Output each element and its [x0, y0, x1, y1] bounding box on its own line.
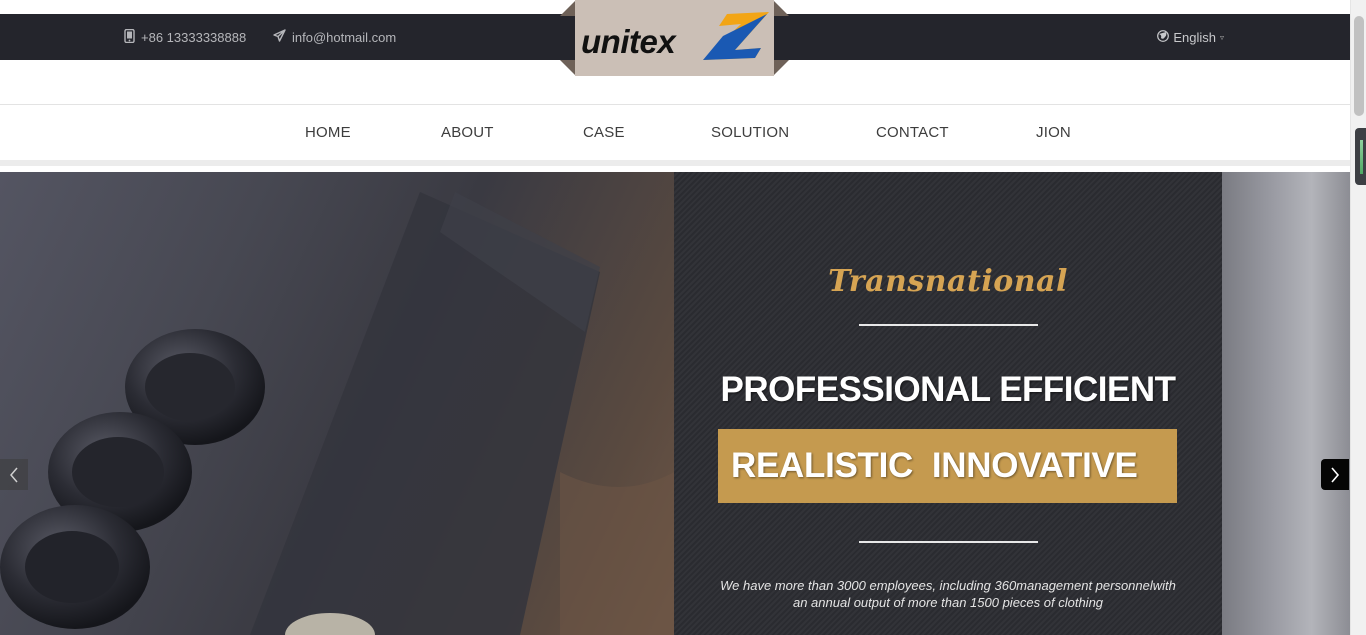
slide-headline: PROFESSIONAL EFFICIENT	[720, 370, 1176, 409]
phone-contact[interactable]: +86 13333338888	[124, 14, 246, 60]
main-nav: HOME ABOUT CASE SOLUTION CONTACT JION	[0, 104, 1350, 166]
page-scrollbar[interactable]	[1350, 0, 1366, 635]
nav-contact[interactable]: CONTACT	[876, 105, 949, 161]
chevron-left-icon	[10, 467, 18, 482]
slide-description-line-2: an annual output of more than 1500 piece…	[792, 595, 1104, 610]
globe-icon	[1157, 29, 1170, 45]
language-selector[interactable]: English ▿	[1157, 14, 1224, 60]
nav-about[interactable]: ABOUT	[441, 105, 494, 161]
nav-jion[interactable]: JION	[1036, 105, 1071, 161]
mobile-phone-icon	[124, 28, 135, 46]
divider-top	[859, 324, 1038, 326]
brand-logo: unitex	[575, 0, 774, 76]
side-toolbar-tab[interactable]	[1355, 128, 1366, 185]
email-contact[interactable]: info@hotmail.com	[273, 14, 396, 60]
slide-description-line-1: We have more than 3000 employees, includ…	[720, 578, 1176, 593]
nav-case[interactable]: CASE	[583, 105, 625, 161]
phone-number: +86 13333338888	[141, 29, 247, 45]
slide-highlight-band: REALISTIC INNOVATIVE	[718, 429, 1177, 503]
email-address: info@hotmail.com	[292, 29, 397, 45]
unitex-logo-icon: unitex	[581, 12, 769, 60]
prev-slide-button[interactable]	[0, 459, 28, 490]
slide-script-title: Transnational	[828, 264, 1068, 299]
nav-home[interactable]: HOME	[305, 105, 351, 161]
next-slide-peek	[1222, 172, 1350, 635]
hero-slider: Transnational PROFESSIONAL EFFICIENT REA…	[0, 172, 1350, 635]
language-label: English	[1173, 29, 1216, 45]
suit-buttons-illustration	[0, 192, 674, 635]
page: +86 13333338888 info@hotmail.com English…	[0, 0, 1366, 635]
dropdown-caret-icon: ▿	[1219, 32, 1224, 42]
next-slide-button[interactable]	[1321, 459, 1349, 490]
scrollbar-thumb[interactable]	[1354, 16, 1364, 116]
nav-solution[interactable]: SOLUTION	[711, 105, 789, 161]
chevron-right-icon	[1331, 466, 1340, 483]
logo-badge[interactable]: unitex	[560, 0, 789, 76]
slide-band-text: REALISTIC INNOVATIVE	[731, 446, 1138, 485]
paper-plane-icon	[273, 29, 286, 45]
signal-bar-icon	[1360, 140, 1363, 174]
logo-wordmark: unitex	[581, 23, 677, 60]
slide-description: We have more than 3000 employees, includ…	[674, 577, 1222, 611]
suit-sleeve-photo	[0, 172, 674, 635]
divider-bottom	[859, 541, 1038, 543]
